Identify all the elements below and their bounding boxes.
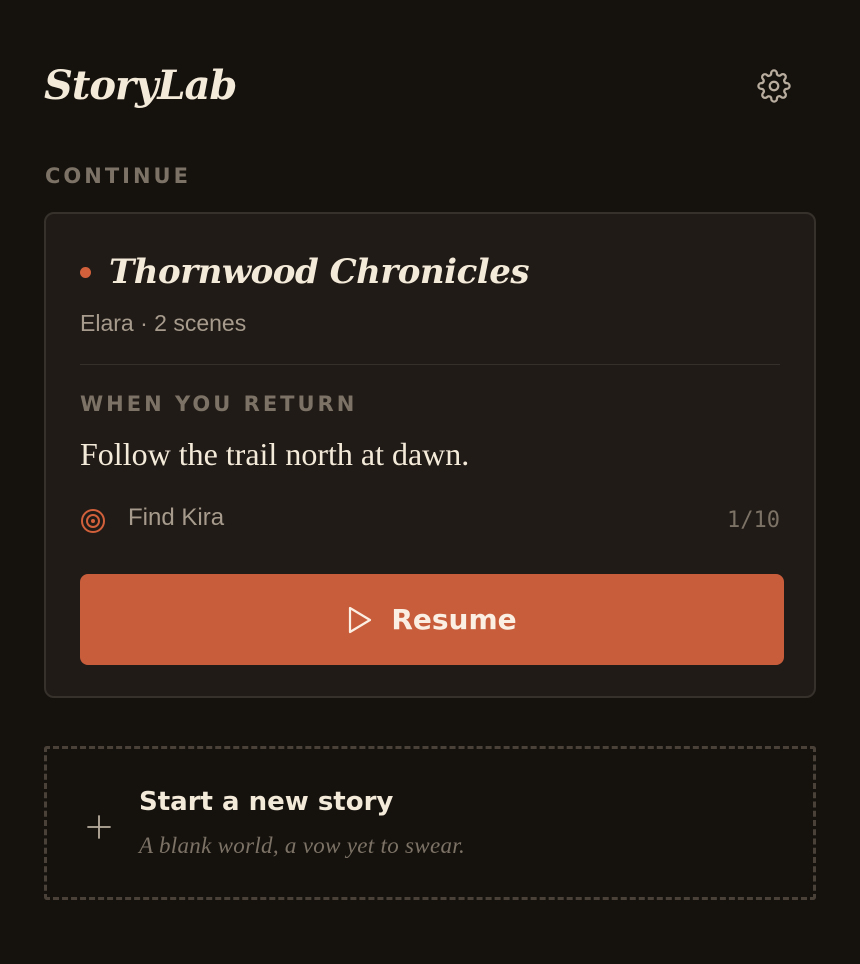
play-icon (349, 606, 372, 633)
return-label: WHEN YOU RETURN (80, 392, 358, 416)
goal-row: Find Kira 1/10 (80, 500, 780, 540)
settings-button[interactable] (754, 66, 794, 106)
goal-label: Find Kira (128, 504, 225, 531)
story-card[interactable]: Thornwood Chronicles Elara · 2 scenes WH… (44, 212, 816, 698)
app-header: StoryLab (44, 58, 816, 118)
new-story-subtitle: A blank world, a vow yet to swear. (139, 833, 466, 858)
continue-section-label: CONTINUE (45, 164, 191, 188)
target-icon (81, 509, 105, 533)
resume-label: Resume (391, 603, 517, 636)
new-story-title: Start a new story (139, 787, 394, 817)
return-text: Follow the trail north at dawn. (80, 436, 470, 472)
plus-icon (87, 815, 111, 839)
story-meta: Elara · 2 scenes (80, 310, 247, 336)
divider (80, 364, 780, 365)
gear-icon (757, 69, 791, 103)
status-dot (80, 266, 91, 278)
resume-button[interactable]: Resume (80, 574, 784, 665)
story-title-row: Thornwood Chronicles (80, 250, 529, 294)
new-story-button[interactable]: Start a new story A blank world, a vow y… (44, 746, 816, 900)
app-title: StoryLab (44, 62, 237, 109)
goal-progress: 1/10 (727, 508, 780, 533)
story-title: Thornwood Chronicles (109, 252, 529, 292)
